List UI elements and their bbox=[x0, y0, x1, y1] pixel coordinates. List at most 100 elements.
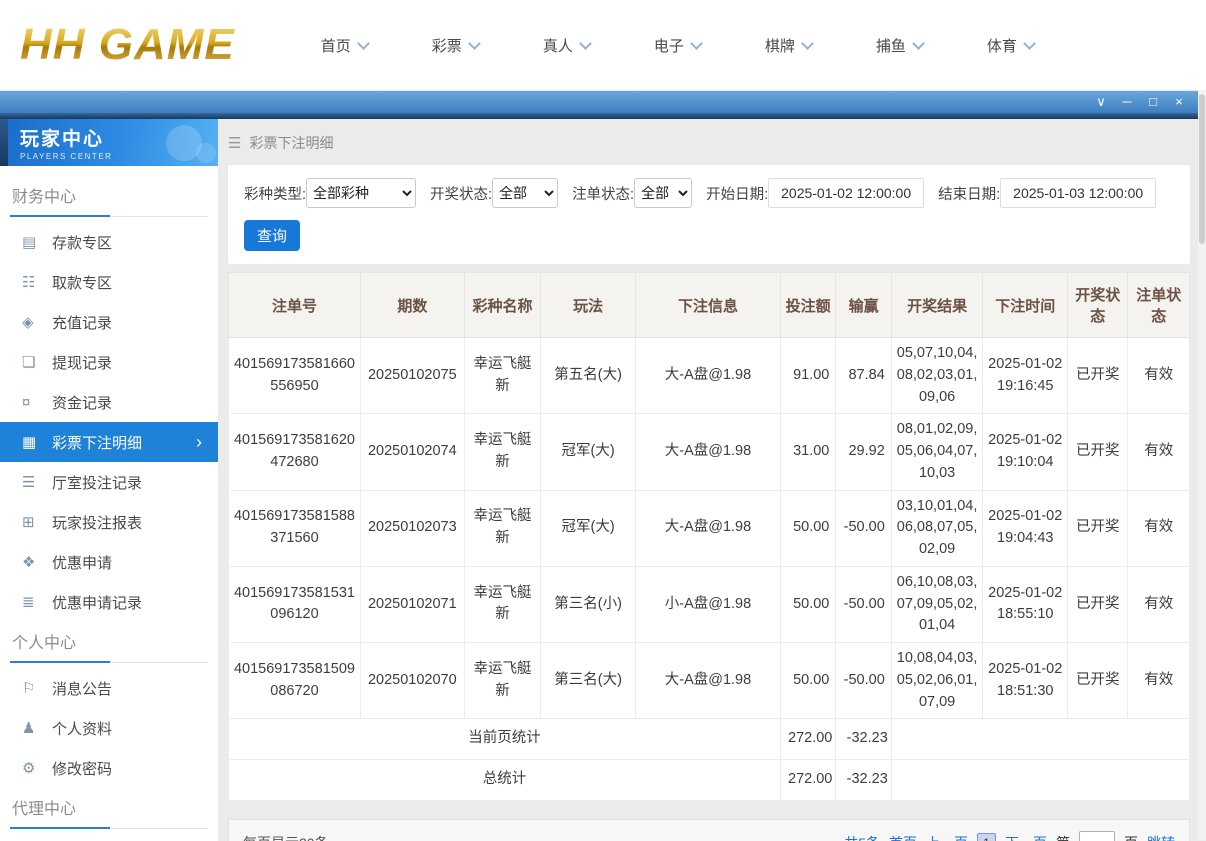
draw-status-label: 开奖状态: bbox=[430, 186, 493, 203]
promo-record-icon: ≣ bbox=[22, 594, 35, 611]
table-cell: 已开奖 bbox=[1067, 336, 1129, 415]
table-cell: 幸运飞艇新 bbox=[463, 489, 542, 567]
sidebar-section-title: 财务中心 bbox=[10, 180, 208, 217]
draw-status-select[interactable]: 全部 bbox=[492, 178, 559, 208]
table-cell: 50.00 bbox=[779, 565, 837, 644]
table-row: 401569173581509086720 20250102070 幸运飞艇新 第三名… bbox=[228, 641, 1190, 720]
sidebar-item-label: 优惠申请 bbox=[52, 554, 113, 572]
table-header-cell: 期数 bbox=[359, 272, 465, 338]
table-row: 401569173581588371560 20250102073 幸运飞艇新 冠军(… bbox=[228, 489, 1190, 567]
nav-item-live[interactable]: 真人 bbox=[511, 35, 622, 56]
table-row: 401569173581660556950 20250102075 幸运飞艇新 第五名… bbox=[228, 336, 1190, 415]
table-cell: 2025-01-02 19:04:43 bbox=[982, 489, 1069, 567]
table-cell: 401569173581660556950 bbox=[228, 336, 361, 415]
table-header-cell: 下注信息 bbox=[634, 272, 781, 338]
sidebar-item-funds-record[interactable]: ¤ 资金记录 bbox=[0, 382, 218, 422]
sidebar: 玩家中心 PLAYERS CENTER 财务中心 ▤ 存款专区 ☷ 取款专区 ◈ 充值记录 ❏… bbox=[0, 113, 218, 841]
sidebar-item-label: 充值记录 bbox=[52, 314, 113, 332]
sidebar-item-player-bet-report[interactable]: ⊞ 玩家投注报表 bbox=[0, 502, 218, 542]
end-date-label: 结束日期: bbox=[938, 186, 1001, 203]
scrollbar[interactable] bbox=[1198, 90, 1206, 840]
summary-bet-total: 272.00 bbox=[779, 759, 837, 801]
table-cell: 29.92 bbox=[835, 413, 892, 491]
lottery-type-label: 彩种类型: bbox=[244, 186, 307, 203]
table-cell: 401569173581620472680 bbox=[228, 413, 361, 491]
summary-label: 当前页统计 bbox=[228, 718, 781, 760]
start-date-label: 开始日期: bbox=[706, 186, 769, 203]
sidebar-item-room-bet-record[interactable]: ☰ 厅室投注记录 bbox=[0, 462, 218, 502]
sidebar-header-spacer bbox=[0, 119, 8, 166]
table-header-cell: 注单号 bbox=[228, 272, 361, 338]
table-cell: 06,10,08,03,07,09,05,02,01,04 bbox=[890, 565, 984, 644]
table-cell: -50.00 bbox=[835, 489, 892, 567]
sidebar-item-change-password-gear[interactable]: ⚙ 修改密码 bbox=[0, 748, 218, 788]
table-row: 401569173581620472680 20250102074 幸运飞艇新 冠军(… bbox=[228, 413, 1190, 491]
page-jump-input[interactable] bbox=[1079, 830, 1115, 841]
pagination-bar: 每页显示20条 共5条 首页 上一页 1 下一页 第 页 跳转 bbox=[228, 818, 1190, 841]
window-close-icon[interactable]: × bbox=[1166, 91, 1192, 113]
end-date-input[interactable] bbox=[1000, 178, 1157, 208]
chevron-down-icon bbox=[800, 36, 814, 50]
table-header-cell: 玩法 bbox=[540, 272, 636, 338]
chevron-down-icon bbox=[578, 36, 592, 50]
nav-item-fishing[interactable]: 捕鱼 bbox=[844, 35, 955, 56]
summary-win-total: -32.23 bbox=[835, 718, 892, 760]
table-cell: 有效 bbox=[1127, 413, 1190, 491]
sidebar-item-label: 消息公告 bbox=[52, 680, 113, 698]
nav-item-slots[interactable]: 电子 bbox=[622, 35, 733, 56]
sidebar-item-withdrawal-record[interactable]: ❏ 提现记录 bbox=[0, 342, 218, 382]
sidebar-item-deposit[interactable]: ▤ 存款专区 bbox=[0, 222, 218, 262]
table-cell: 20250102074 bbox=[359, 413, 465, 491]
table-cell: 2025-01-02 18:55:10 bbox=[982, 565, 1069, 644]
sidebar-item-withdraw[interactable]: ☷ 取款专区 bbox=[0, 262, 218, 302]
nav-item-lottery[interactable]: 彩票 bbox=[400, 35, 511, 56]
summary-empty-cell bbox=[890, 759, 1191, 801]
sidebar-item-user-profile[interactable]: ♟ 个人资料 bbox=[0, 708, 218, 748]
window-maximize-icon[interactable]: □ bbox=[1140, 91, 1166, 113]
nav-item-home[interactable]: 首页 bbox=[289, 35, 400, 56]
sidebar-item-label: 存款专区 bbox=[52, 234, 113, 252]
sidebar-item-announcement-bell[interactable]: ⚐ 消息公告 bbox=[0, 668, 218, 708]
window-chevron-down-icon[interactable]: ∨ bbox=[1088, 91, 1114, 113]
sidebar-item-label: 彩票下注明细 bbox=[52, 434, 143, 452]
nav-item-sports[interactable]: 体育 bbox=[955, 35, 1066, 56]
chevron-down-icon bbox=[912, 36, 925, 50]
sidebar-section-title: 代理中心 bbox=[10, 792, 208, 829]
nav-item-label: 棋牌 bbox=[764, 37, 795, 55]
table-header-cell: 开奖结果 bbox=[890, 272, 984, 338]
nav-item-label: 真人 bbox=[542, 37, 573, 55]
scrollbar-thumb[interactable] bbox=[1199, 94, 1205, 244]
table-cell: 50.00 bbox=[779, 641, 837, 720]
table-cell: 冠军(大) bbox=[540, 489, 636, 567]
table-cell: 20250102070 bbox=[359, 641, 465, 720]
table-cell: 401569173581531096120 bbox=[228, 565, 361, 644]
bet-status-select[interactable]: 全部 bbox=[634, 178, 693, 208]
main-nav: 首页 彩票 真人 电子 棋牌 捕鱼 体育 bbox=[289, 35, 1066, 56]
logo[interactable]: HH GAME bbox=[14, 20, 241, 70]
chevron-down-icon bbox=[467, 36, 481, 50]
table-cell: 大-A盘@1.98 bbox=[634, 413, 781, 491]
pagination-controls: 共5条 首页 上一页 1 下一页 第 页 跳转 bbox=[844, 830, 1175, 841]
change-password-gear-icon: ⚙ bbox=[22, 760, 36, 777]
sidebar-item-lottery-bet-detail[interactable]: ▦ 彩票下注明细 › bbox=[0, 422, 218, 462]
sidebar-item-label: 修改密码 bbox=[52, 760, 113, 778]
table-cell: 有效 bbox=[1127, 641, 1190, 720]
table-cell: 2025-01-02 18:51:30 bbox=[982, 641, 1069, 720]
sidebar-item-recharge-record[interactable]: ◈ 充值记录 bbox=[0, 302, 218, 342]
sidebar-item-promo-record[interactable]: ≣ 优惠申请记录 bbox=[0, 582, 218, 622]
sidebar-item-promo-apply[interactable]: ❖ 优惠申请 bbox=[0, 542, 218, 582]
nav-item-chess[interactable]: 棋牌 bbox=[733, 35, 844, 56]
query-button[interactable]: 查询 bbox=[244, 220, 300, 251]
window-minimize-icon[interactable]: ─ bbox=[1114, 91, 1140, 113]
table-cell: 03,10,01,04,06,08,07,05,02,09 bbox=[890, 489, 984, 567]
window-titlebar: ∨ ─ □ × bbox=[0, 91, 1206, 113]
sidebar-header: 玩家中心 PLAYERS CENTER bbox=[8, 119, 218, 166]
lottery-type-select[interactable]: 全部彩种 bbox=[306, 178, 417, 208]
table-cell: 401569173581509086720 bbox=[228, 641, 361, 720]
sidebar-item-label: 提现记录 bbox=[52, 354, 113, 372]
chevron-down-icon bbox=[689, 36, 703, 50]
table-cell: 幸运飞艇新 bbox=[463, 565, 542, 644]
table-cell: 有效 bbox=[1127, 336, 1190, 415]
sidebar-subtitle: PLAYERS CENTER bbox=[20, 152, 113, 161]
start-date-input[interactable] bbox=[768, 178, 925, 208]
